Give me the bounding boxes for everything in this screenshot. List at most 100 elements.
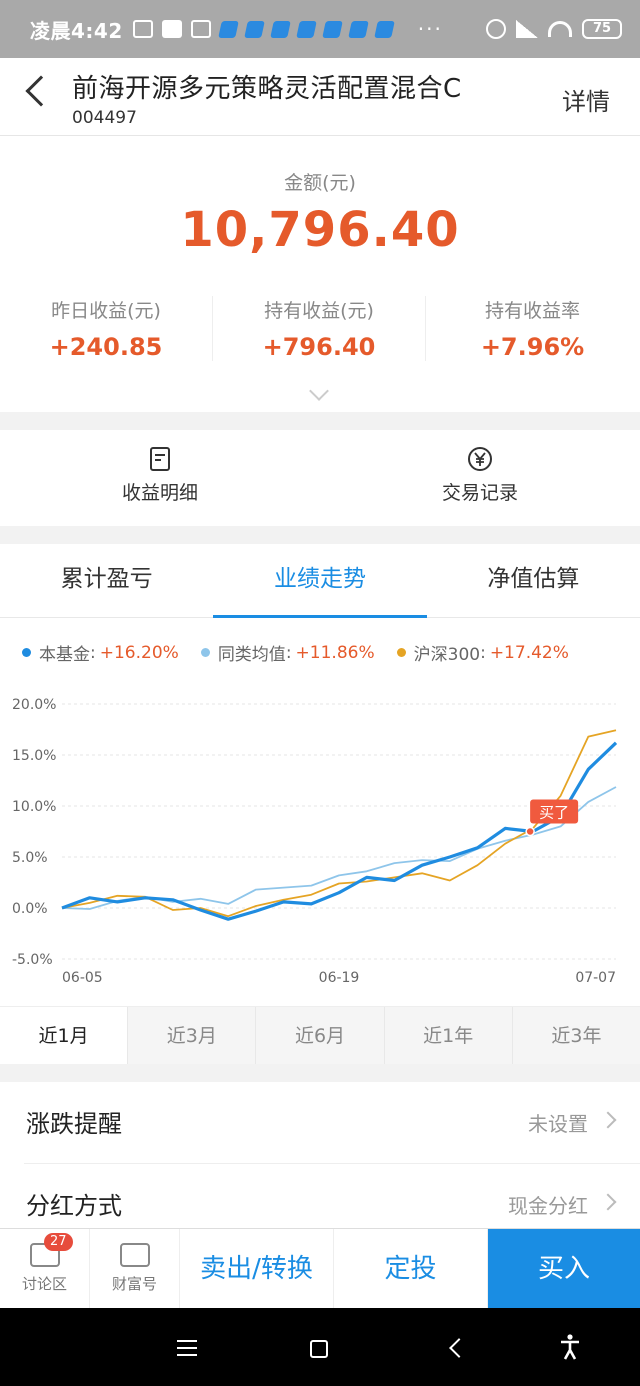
stat-label: 持有收益率 [484,300,580,322]
legend-value: +17.42% [489,642,569,663]
discussion-label: 讨论区 [21,1275,67,1293]
header: 前海开源多元策略灵活配置混合C 004497 详情 [0,58,640,136]
row-label: 涨跌提醒 [26,1110,122,1138]
fund-title: 前海开源多元策略灵活配置混合C [72,74,462,104]
back-icon[interactable] [25,75,57,107]
stat-value: +7.96% [480,333,585,361]
discussion-button[interactable]: 27 讨论区 [0,1229,90,1308]
tab-performance-trend[interactable]: 业绩走势 [213,544,426,617]
quick-actions: 收益明细 交易记录 [0,430,640,526]
stat-holding-rate: 持有收益率 +7.96% [426,296,639,361]
price-alert-row[interactable]: 涨跌提醒 未设置 [24,1082,640,1164]
stat-label: 持有收益(元) [264,300,374,322]
alarm-icon [486,19,506,39]
tab-cumulative-pnl[interactable]: 累计盈亏 [0,544,213,617]
x-tick-label: 07-07 [575,970,616,986]
income-detail-button[interactable]: 收益明细 [0,430,320,526]
x-tick-label: 06-05 [62,970,103,986]
row-value: 现金分红 [508,1194,588,1218]
app-icon-7 [373,20,395,38]
y-tick-label: 5.0% [12,850,48,866]
chart-tabs: 累计盈亏 业绩走势 净值估算 [0,544,640,618]
legend-value: +11.86% [295,642,375,663]
y-tick-label: 15.0% [12,748,56,764]
detail-button[interactable]: 详情 [562,82,610,117]
wealth-button[interactable]: 财富号 [90,1229,180,1308]
tab-nav-estimate[interactable]: 净值估算 [427,544,640,617]
app-icon-5 [321,20,343,38]
wealth-label: 财富号 [111,1275,157,1293]
range-3-years[interactable]: 近3年 [513,1007,640,1064]
y-tick-label: -5.0% [12,952,53,968]
legend-name: 同类均值 [217,645,286,665]
accessibility-icon[interactable] [560,1334,580,1360]
buy-marker-label: 买了 [539,804,569,822]
yen-circle-icon [468,447,492,471]
active-tab-indicator [213,615,427,618]
fund-code: 004497 [72,108,137,128]
legend-value: +16.20% [99,642,179,663]
app-icon-3 [269,20,291,38]
status-bar: 凌晨4:42 ··· 75 [0,0,640,58]
range-1-month[interactable]: 近1月 [0,1007,129,1064]
legend-dot [200,648,210,657]
holding-summary: 金额(元) 10,796.40 昨日收益(元) +240.85 持有收益(元) … [0,136,640,412]
y-tick-label: 0.0% [12,901,48,917]
trade-record-button[interactable]: 交易记录 [320,430,640,526]
app-icon-2 [243,20,265,38]
action-label: 收益明细 [121,482,198,504]
y-tick-label: 10.0% [12,799,56,815]
nav-back-icon[interactable] [449,1338,469,1358]
buy-button[interactable]: 买入 [488,1229,640,1308]
battery-icon: 75 [582,19,622,39]
discussion-badge: 27 [44,1233,73,1251]
legend-dot [22,648,31,657]
range-3-months[interactable]: 近3月 [128,1007,257,1064]
stats-row: 昨日收益(元) +240.85 持有收益(元) +796.40 持有收益率 +7… [0,296,640,361]
stat-value: +796.40 [262,333,376,361]
legend-index: 沪深300: +17.42% [396,640,569,665]
sell-switch-button[interactable]: 卖出/转换 [180,1229,334,1308]
app-icon-4 [295,20,317,38]
more-notifications-icon: ··· [417,17,443,41]
stat-label: 昨日收益(元) [51,300,161,322]
expand-chevron-icon[interactable] [309,381,329,401]
stat-holding-profit: 持有收益(元) +796.40 [213,296,426,361]
legend-fund: 本基金: +16.20% [22,640,179,665]
status-time: 凌晨4:42 [30,18,123,43]
chevron-right-icon [599,1111,617,1129]
signal-icon [516,20,538,38]
x-tick-label: 06-19 [319,970,360,986]
document-icon [150,447,170,471]
legend-name: 沪深300 [413,645,481,665]
time-range-selector: 近1月 近3月 近6月 近1年 近3年 [0,1006,640,1064]
action-label: 交易记录 [441,482,518,504]
chevron-right-icon [599,1193,617,1211]
bottom-action-bar: 27 讨论区 财富号 卖出/转换 定投 买入 [0,1228,640,1308]
shop-icon [119,1243,150,1267]
message-icon [132,20,153,38]
wifi-icon [548,21,572,37]
app-icon [190,20,211,38]
menu-icon[interactable] [177,1340,197,1356]
range-1-year[interactable]: 近1年 [385,1007,513,1064]
amount-value: 10,796.40 [180,202,460,258]
row-value: 未设置 [528,1112,588,1136]
row-label: 分红方式 [26,1192,122,1220]
chart-legend: 本基金: +16.20% 同类均值: +11.86% 沪深300: +17.42… [22,640,591,665]
legend-dot [396,648,406,657]
home-icon[interactable] [310,1340,328,1358]
system-nav-bar [0,1308,640,1386]
amount-label: 金额(元) [284,172,356,194]
performance-panel: 累计盈亏 业绩走势 净值估算 本基金: +16.20% 同类均值: +11.86… [0,544,640,1064]
app-icon-1 [217,20,239,38]
app-icon-6 [347,20,369,38]
settings-list: 涨跌提醒 未设置 分红方式 现金分红 [0,1082,640,1230]
legend-peer-average: 同类均值: +11.86% [200,640,375,665]
range-6-months[interactable]: 近6月 [256,1007,385,1064]
legend-name: 本基金 [39,645,90,665]
fixed-investment-button[interactable]: 定投 [334,1229,488,1308]
performance-chart[interactable]: 20.0% 15.0% 10.0% 5.0% 0.0% -5.0% 06-05 06-19 07… [0,684,640,994]
stat-yesterday-profit: 昨日收益(元) +240.85 [0,296,213,361]
play-store-icon [161,20,182,38]
